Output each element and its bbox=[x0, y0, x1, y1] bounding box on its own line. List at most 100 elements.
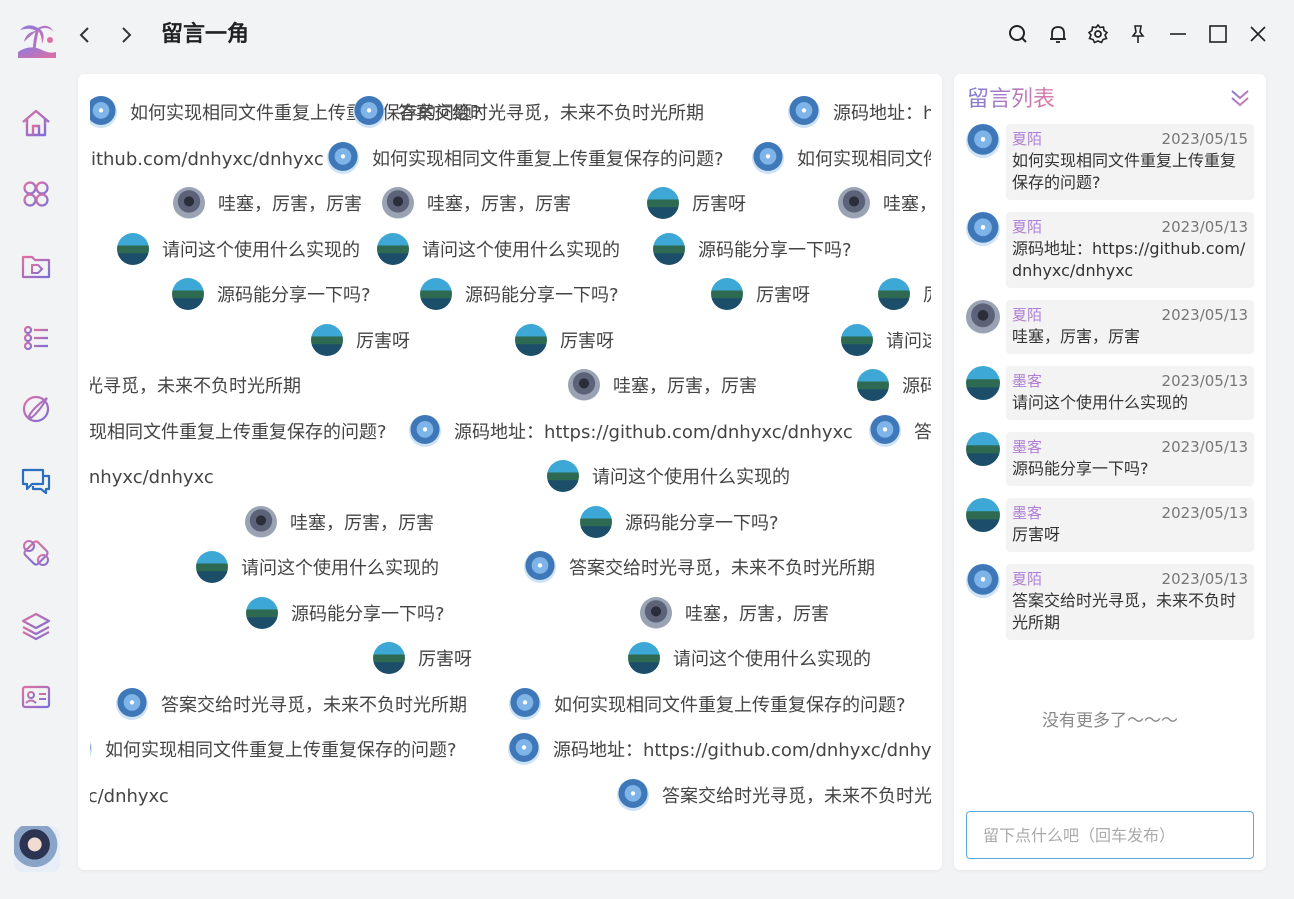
apps-icon[interactable] bbox=[16, 174, 56, 214]
message-list: 夏陌 2023/05/15 如何实现相同文件重复上传重复保存的问题? 夏陌 2023/0… bbox=[966, 124, 1256, 652]
barrage-text: 厉害呀 bbox=[692, 194, 746, 215]
chat-icon[interactable] bbox=[16, 461, 56, 501]
barrage-item: 请问这个使用什么实现的 bbox=[377, 232, 620, 266]
pin-icon[interactable] bbox=[1126, 22, 1150, 46]
barrage-item: 源码能分享一下吗? bbox=[420, 277, 619, 311]
minimize-icon[interactable] bbox=[1166, 22, 1190, 46]
barrage-item: 答案交给时光寻觅，未来不负时光所期 bbox=[116, 687, 467, 721]
message-bubble: 夏陌 2023/05/15 如何实现相同文件重复上传重复保存的问题? bbox=[1006, 124, 1254, 200]
message-text: 哇塞，厉害，厉害 bbox=[1012, 327, 1141, 346]
avatar bbox=[966, 498, 1000, 532]
avatar bbox=[420, 278, 452, 310]
message-item: 夏陌 2023/05/13 哇塞，厉害，厉害 bbox=[966, 300, 1256, 354]
barrage-item: 请问这个使用什么实现的 bbox=[196, 550, 439, 584]
barrage-text: 源码地址：https://github.com/dnhyxc/dnhyxc bbox=[833, 103, 931, 124]
avatar bbox=[173, 187, 205, 219]
avatar bbox=[245, 505, 277, 538]
barrage-item: 哇塞，厉害，厉害 bbox=[568, 368, 757, 402]
message-meta: 夏陌 2023/05/15 bbox=[1012, 128, 1248, 150]
message-meta: 墨客 2023/05/13 bbox=[1012, 436, 1248, 458]
panel-title: 留言列表 bbox=[967, 85, 1055, 115]
avatar bbox=[966, 564, 1000, 598]
message-bubble: 墨客 2023/05/13 厉害呀 bbox=[1006, 498, 1254, 552]
barrage-text: 答案交给时光寻觅，未来不负时光所期 bbox=[662, 785, 931, 807]
puzzle-icon[interactable] bbox=[16, 533, 56, 573]
avatar bbox=[246, 596, 278, 629]
barrage-board: 如何实现相同文件重复上传重复保存的问题? 答案交给时光寻觅，未来不负时光所期 源码地… bbox=[78, 74, 942, 870]
barrage-text: 源码地址：https://github.com/dnhyxc/dnhyxc bbox=[90, 148, 324, 170]
avatar bbox=[373, 642, 405, 674]
user-avatar[interactable] bbox=[14, 826, 60, 872]
message-bubble: 墨客 2023/05/13 源码能分享一下吗? bbox=[1006, 432, 1254, 486]
avatar bbox=[90, 733, 92, 765]
barrage-item: 哇塞，厉害，厉害 bbox=[245, 505, 434, 539]
message-item: 墨客 2023/05/13 请问这个使用什么实现的 bbox=[966, 366, 1256, 420]
avatar bbox=[966, 366, 1000, 400]
barrage-text: 源码地址：https://github.com/dnhyxc/dnhyxc bbox=[90, 467, 214, 488]
close-icon[interactable] bbox=[1246, 22, 1270, 46]
barrage-text: 如何实现相同文件重复上传重复保存的问题? bbox=[554, 694, 906, 716]
gear-icon[interactable] bbox=[1086, 22, 1110, 46]
message-text: 厉害呀 bbox=[1012, 525, 1061, 544]
avatar bbox=[90, 96, 117, 128]
forward-button[interactable] bbox=[115, 24, 137, 46]
barrage-text: 如何实现相同文件重复上传重复保存的问题? bbox=[372, 148, 724, 170]
id-card-icon[interactable] bbox=[16, 677, 56, 717]
barrage-item: 厉害呀 bbox=[373, 641, 472, 675]
layers-icon[interactable] bbox=[16, 606, 56, 646]
barrage-text: 源码地址：https://github.com/dnhyxc/dnhyxc bbox=[553, 740, 931, 761]
message-date: 2023/05/15 bbox=[1161, 130, 1248, 148]
message-date: 2023/05/13 bbox=[1161, 504, 1248, 522]
barrage-item: 请问这个使用什么实现的 bbox=[547, 459, 790, 493]
window-controls bbox=[1006, 22, 1270, 46]
avatar bbox=[966, 300, 1000, 334]
search-icon[interactable] bbox=[1006, 22, 1030, 46]
avatar bbox=[580, 505, 612, 538]
avatar bbox=[966, 124, 1000, 158]
no-more-text: 没有更多了～～～ bbox=[1042, 711, 1178, 731]
message-author: 夏陌 bbox=[1012, 130, 1043, 148]
barrage-item: 源码地址：https://github.com/dnhyxc/dnhyxc bbox=[90, 141, 324, 175]
message-meta: 墨客 2023/05/13 bbox=[1012, 502, 1248, 524]
message-bubble: 夏陌 2023/05/13 源码地址：https://github.com/dnhy… bbox=[1006, 212, 1254, 288]
avatar bbox=[377, 232, 409, 265]
barrage-text: 请问这个使用什么实现的 bbox=[886, 330, 931, 352]
home-icon[interactable] bbox=[16, 103, 56, 143]
message-author: 夏陌 bbox=[1012, 570, 1043, 588]
maximize-icon[interactable] bbox=[1206, 22, 1230, 46]
barrage-text: 请问这个使用什么实现的 bbox=[673, 649, 871, 670]
barrage-text: 源码能分享一下吗? bbox=[217, 285, 371, 306]
barrage-item: 答案交给时光寻觅，未来不负时光所期 bbox=[90, 368, 301, 402]
barrage-item: 源码能分享一下吗? bbox=[246, 596, 445, 630]
barrage-item: 厉害呀 bbox=[647, 186, 746, 220]
barrage-item: 厉害呀 bbox=[311, 323, 410, 357]
barrage-text: 答案交给时光寻觅，未来不负时光所期 bbox=[90, 376, 301, 397]
barrage-item: 请问这个使用什么实现的 bbox=[841, 323, 931, 357]
avatar bbox=[327, 141, 359, 174]
message-meta: 夏陌 2023/05/13 bbox=[1012, 568, 1248, 590]
bell-icon[interactable] bbox=[1046, 22, 1070, 46]
brush-icon[interactable] bbox=[16, 389, 56, 429]
folder-tag-icon[interactable] bbox=[16, 246, 56, 286]
message-bubble: 夏陌 2023/05/13 答案交给时光寻觅，未来不负时光所期 bbox=[1006, 564, 1254, 640]
avatar bbox=[509, 687, 541, 720]
barrage-text: 哇塞，厉害，厉害 bbox=[290, 512, 434, 534]
barrage-text: 源码能分享一下吗? bbox=[902, 376, 931, 397]
barrage-item: 请问这个使用什么实现的 bbox=[117, 232, 360, 266]
barrage-text: 厉害呀 bbox=[923, 281, 931, 307]
avatar bbox=[628, 642, 660, 674]
avatar bbox=[838, 187, 870, 219]
avatar bbox=[353, 96, 385, 128]
barrage-item: 哇塞，厉害，厉害 bbox=[382, 186, 571, 220]
avatar bbox=[647, 187, 679, 219]
list-settings-icon[interactable] bbox=[16, 318, 56, 358]
barrage-item: 源码能分享一下吗? bbox=[172, 277, 371, 311]
double-chevron-down-icon[interactable] bbox=[1228, 86, 1252, 110]
barrage-item: 源码地址：https://github.com/dnhyxc/dnhyxc bbox=[90, 459, 214, 493]
message-input[interactable] bbox=[966, 811, 1254, 859]
message-date: 2023/05/13 bbox=[1161, 438, 1248, 456]
app-logo bbox=[14, 18, 58, 62]
avatar bbox=[524, 551, 556, 583]
message-meta: 墨客 2023/05/13 bbox=[1012, 370, 1248, 392]
back-button[interactable] bbox=[74, 24, 96, 46]
